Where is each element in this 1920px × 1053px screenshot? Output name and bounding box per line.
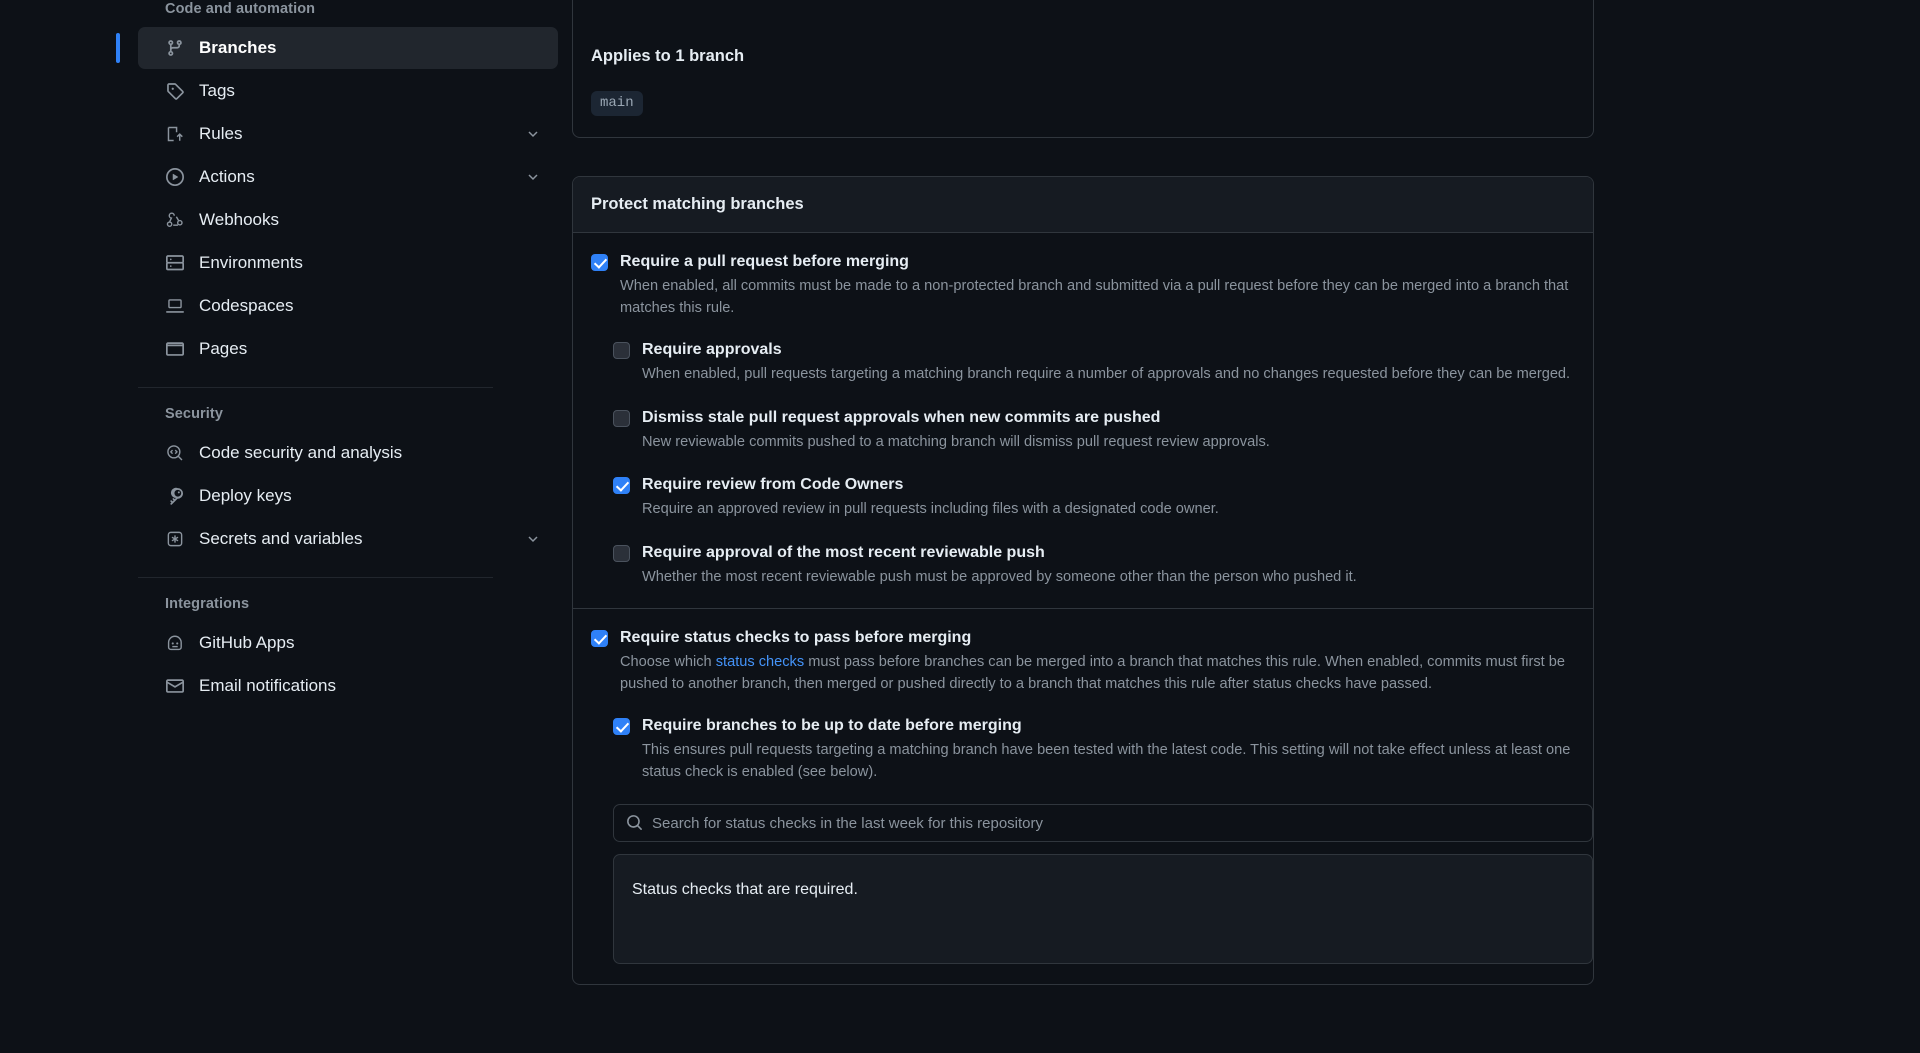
chevron-down-icon[interactable]	[524, 168, 542, 186]
browser-icon	[165, 339, 185, 359]
require-pull-request-section: Require a pull request before merging Wh…	[573, 233, 1593, 608]
sidebar-item-email-notifications[interactable]: Email notifications	[138, 665, 558, 707]
sidebar-item-label: Branches	[199, 38, 277, 57]
sidebar-divider	[138, 387, 493, 388]
require-review-from-code-owners-description: Require an approved review in pull reque…	[642, 501, 1219, 517]
required-status-checks-box: Status checks that are required.	[613, 854, 1593, 964]
chevron-down-icon[interactable]	[524, 125, 542, 143]
sidebar-item-codespaces[interactable]: Codespaces	[138, 285, 558, 327]
status-checks-nested-options: Require branches to be up to date before…	[613, 715, 1575, 783]
sidebar-item-environments[interactable]: Environments	[138, 242, 558, 284]
server-icon	[165, 253, 185, 273]
require-review-from-code-owners-row[interactable]: Require review from Code Owners Require a…	[613, 474, 1575, 521]
applies-to-title: Applies to 1 branch	[591, 47, 745, 65]
require-up-to-date-row[interactable]: Require branches to be up to date before…	[613, 715, 1575, 783]
sidebar-item-code-security-and-analysis[interactable]: Code security and analysis	[138, 432, 558, 474]
require-review-from-code-owners-label: Require review from Code Owners	[642, 476, 904, 493]
sidebar-item-label: Rules	[199, 124, 243, 143]
sidebar-item-branches[interactable]: Branches	[116, 27, 558, 69]
sidebar-item-label: Code security and analysis	[199, 443, 403, 462]
dismiss-stale-pull-request-approvals-when-new-commits-are-pushed-label: Dismiss stale pull request approvals whe…	[642, 408, 1161, 426]
require-approvals-checkbox[interactable]	[613, 342, 630, 359]
require-pull-request-row[interactable]: Require a pull request before merging Wh…	[591, 251, 1575, 319]
dismiss-stale-pull-request-approvals-when-new-commits-are-pushed-description: New reviewable commits pushed to a match…	[642, 433, 1270, 450]
sidebar-item-actions[interactable]: Actions	[138, 156, 558, 198]
applies-to-panel: Applies to 1 branch main	[572, 0, 1594, 138]
sidebar-item-label: Deploy keys	[199, 486, 292, 505]
sidebar-item-label: GitHub Apps	[199, 633, 295, 652]
require-pull-request-description: When enabled, all commits must be made t…	[620, 278, 1569, 316]
mail-icon	[165, 676, 185, 696]
dismiss-stale-pull-request-approvals-when-new-commits-are-pushed-checkbox[interactable]	[613, 409, 630, 427]
sidebar-item-label: Codespaces	[199, 296, 294, 315]
sidebar-item-label: Environments	[199, 253, 303, 272]
required-status-checks-text: Status checks that are required.	[632, 881, 858, 898]
sidebar-item-label: Secrets and variables	[199, 529, 363, 548]
protect-matching-branches-panel: Protect matching branches Require a pull…	[572, 176, 1594, 985]
sidebar-item-pages[interactable]: Pages	[138, 328, 558, 370]
codespaces-icon	[165, 296, 185, 316]
branch-chip-main: main	[591, 91, 643, 116]
require-approval-of-the-most-recent-reviewable-push-row[interactable]: Require approval of the most recent revi…	[613, 542, 1575, 589]
settings-sidebar: Code and automation Branches Tags Rules Acti…	[0, 0, 558, 1053]
sidebar-item-github-apps[interactable]: GitHub Apps	[138, 622, 558, 664]
panel-title: Protect matching branches	[591, 195, 804, 213]
require-pull-request-checkbox[interactable]	[591, 254, 608, 271]
tag-icon	[165, 81, 185, 101]
sidebar-item-webhooks[interactable]: Webhooks	[138, 199, 558, 241]
sidebar-item-label: Actions	[199, 167, 255, 186]
require-up-to-date-description: This ensures pull requests targeting a m…	[642, 742, 1571, 780]
sidebar-group-title: Integrations	[165, 596, 250, 612]
require-status-checks-description: Choose which status checks must pass bef…	[620, 652, 1572, 695]
secret-icon	[165, 529, 185, 549]
rules-icon	[165, 124, 185, 144]
main-content: Applies to 1 branch main Protect matchin…	[558, 0, 1920, 1053]
sidebar-group: Code and automation Branches Tags Rules Acti…	[116, 0, 558, 370]
require-approval-of-the-most-recent-reviewable-push-label: Require approval of the most recent revi…	[642, 543, 1045, 561]
require-status-checks-row[interactable]: Require status checks to pass before mer…	[591, 627, 1575, 695]
sidebar-group: Integrations GitHub Apps Email notificatio…	[138, 595, 558, 707]
status-checks-search-wrapper	[613, 804, 1593, 842]
dismiss-stale-pull-request-approvals-when-new-commits-are-pushed-row[interactable]: Dismiss stale pull request approvals whe…	[613, 407, 1575, 454]
status-checks-search-input[interactable]	[613, 804, 1593, 842]
require-approval-of-the-most-recent-reviewable-push-checkbox[interactable]	[613, 544, 630, 562]
require-status-checks-section: Require status checks to pass before mer…	[573, 608, 1593, 984]
webhook-icon	[165, 210, 185, 230]
require-status-checks-label: Require status checks to pass before mer…	[620, 629, 972, 646]
require-up-to-date-label: Require branches to be up to date before…	[642, 717, 1022, 734]
sidebar-divider	[138, 577, 493, 578]
sidebar-item-label: Webhooks	[199, 210, 280, 229]
require-approvals-label: Require approvals	[642, 341, 782, 358]
require-review-from-code-owners-checkbox[interactable]	[613, 477, 630, 494]
sidebar-group-title: Code and automation	[165, 1, 316, 17]
status-checks-desc-part1: Choose which	[620, 654, 716, 670]
panel-header: Protect matching branches	[573, 177, 1593, 233]
sidebar-item-label: Tags	[199, 81, 235, 100]
git-branch-icon	[165, 38, 185, 58]
sidebar-item-rules[interactable]: Rules	[138, 113, 558, 155]
sidebar-item-deploy-keys[interactable]: Deploy keys	[138, 475, 558, 517]
sidebar-item-label: Pages	[199, 339, 248, 358]
sidebar-item-secrets-and-variables[interactable]: Secrets and variables	[138, 518, 558, 560]
require-approvals-row[interactable]: Require approvals When enabled, pull requ…	[613, 339, 1575, 386]
require-pull-request-label: Require a pull request before merging	[620, 253, 909, 270]
require-status-checks-checkbox[interactable]	[591, 630, 608, 647]
sidebar-item-tags[interactable]: Tags	[138, 70, 558, 112]
status-checks-link[interactable]: status checks	[716, 654, 804, 670]
require-approvals-description: When enabled, pull requests targeting a …	[642, 366, 1571, 382]
sidebar-item-label: Email notifications	[199, 676, 337, 695]
sidebar-group: Security Code security and analysis Deploy…	[138, 405, 558, 560]
key-icon	[165, 486, 185, 506]
code-scan-icon	[165, 443, 185, 463]
pull-request-nested-options: Require approvals When enabled, pull requ…	[613, 339, 1575, 588]
github-apps-icon	[165, 633, 185, 653]
sidebar-group-title: Security	[165, 406, 224, 422]
play-circle-icon	[165, 167, 185, 187]
github-branch-protection-settings: Code and automation Branches Tags Rules Acti…	[0, 0, 1920, 1053]
require-approval-of-the-most-recent-reviewable-push-description: Whether the most recent reviewable push …	[642, 568, 1357, 585]
require-up-to-date-checkbox[interactable]	[613, 718, 630, 735]
chevron-down-icon[interactable]	[524, 530, 542, 548]
